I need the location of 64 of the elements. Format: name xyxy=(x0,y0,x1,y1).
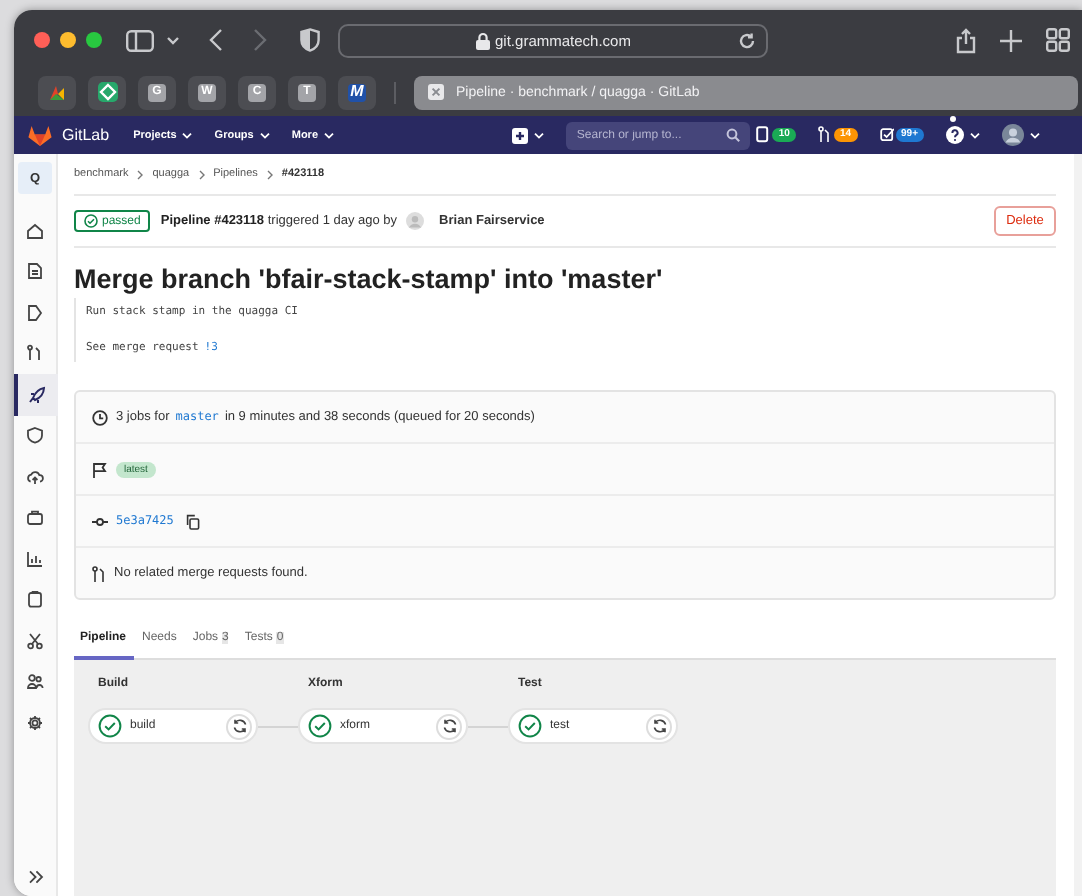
caret-down-icon xyxy=(970,131,980,139)
caret-down-icon xyxy=(182,131,193,139)
bookmark-tab[interactable]: M xyxy=(338,75,376,109)
shield-icon[interactable] xyxy=(300,28,320,52)
chevron-right-icon xyxy=(136,169,145,179)
caret-down-icon xyxy=(1030,131,1040,139)
sidebar-toggle-icon[interactable] xyxy=(126,29,154,51)
shield-icon xyxy=(26,426,44,445)
page-title: Merge branch 'bfair-stack-stamp' into 'master' xyxy=(74,264,665,294)
retry-button[interactable] xyxy=(226,713,252,739)
share-icon[interactable] xyxy=(956,27,976,53)
clock-icon xyxy=(92,409,108,425)
chevron-right-icon xyxy=(265,169,274,179)
sidebar-item[interactable] xyxy=(14,374,57,415)
new-item-button[interactable] xyxy=(512,127,545,143)
home-icon xyxy=(26,221,44,240)
avatar-icon xyxy=(405,212,424,230)
copy-icon[interactable] xyxy=(185,513,200,529)
colorful-logo-icon xyxy=(48,83,66,101)
fox-logo-icon xyxy=(28,124,52,146)
retry-button[interactable] xyxy=(646,713,672,739)
chart-icon xyxy=(26,549,44,568)
tag-icon xyxy=(26,303,44,322)
commit-icon xyxy=(92,515,108,527)
caret-down-icon[interactable] xyxy=(166,35,180,45)
bookmark-tab[interactable] xyxy=(88,75,126,109)
merge-request-icon xyxy=(26,344,44,363)
people-icon xyxy=(26,672,44,691)
merge-request-icon xyxy=(817,126,832,144)
help-icon xyxy=(946,126,964,144)
new-tab-icon[interactable] xyxy=(1000,29,1022,51)
tab-overview-icon[interactable] xyxy=(1046,28,1070,52)
retry-icon xyxy=(231,718,247,734)
app-icon xyxy=(97,82,117,102)
user-menu-button[interactable] xyxy=(1002,124,1040,146)
retry-icon xyxy=(441,718,457,734)
document-icon xyxy=(26,262,44,281)
clipboard-icon xyxy=(26,590,44,609)
chevron-right-icon xyxy=(197,169,206,179)
avatar-icon xyxy=(1002,124,1024,146)
retry-icon xyxy=(651,718,667,734)
cloud-icon xyxy=(26,467,44,486)
check-circle-icon xyxy=(84,214,98,228)
flag-icon xyxy=(92,461,108,477)
notification-dot xyxy=(950,116,956,122)
gear-icon xyxy=(26,713,44,732)
caret-down-icon xyxy=(259,131,270,139)
lock-icon xyxy=(475,31,490,49)
reload-icon[interactable] xyxy=(738,31,756,49)
merge-request-icon xyxy=(92,565,106,581)
rocket-icon xyxy=(28,385,46,404)
caret-down-icon xyxy=(324,131,334,139)
back-icon[interactable] xyxy=(208,28,224,52)
caret-down-icon xyxy=(534,131,545,139)
plus-square-icon xyxy=(512,127,529,143)
close-icon[interactable] xyxy=(428,84,444,100)
collapse-sidebar-icon[interactable] xyxy=(27,870,43,884)
briefcase-icon xyxy=(26,508,44,527)
scissors-icon xyxy=(26,631,44,650)
issues-icon xyxy=(756,126,771,144)
logo-text[interactable]: GitLab xyxy=(62,126,110,144)
bookmark-tab[interactable] xyxy=(38,75,76,109)
retry-button[interactable] xyxy=(436,713,462,739)
todo-icon xyxy=(879,126,894,144)
